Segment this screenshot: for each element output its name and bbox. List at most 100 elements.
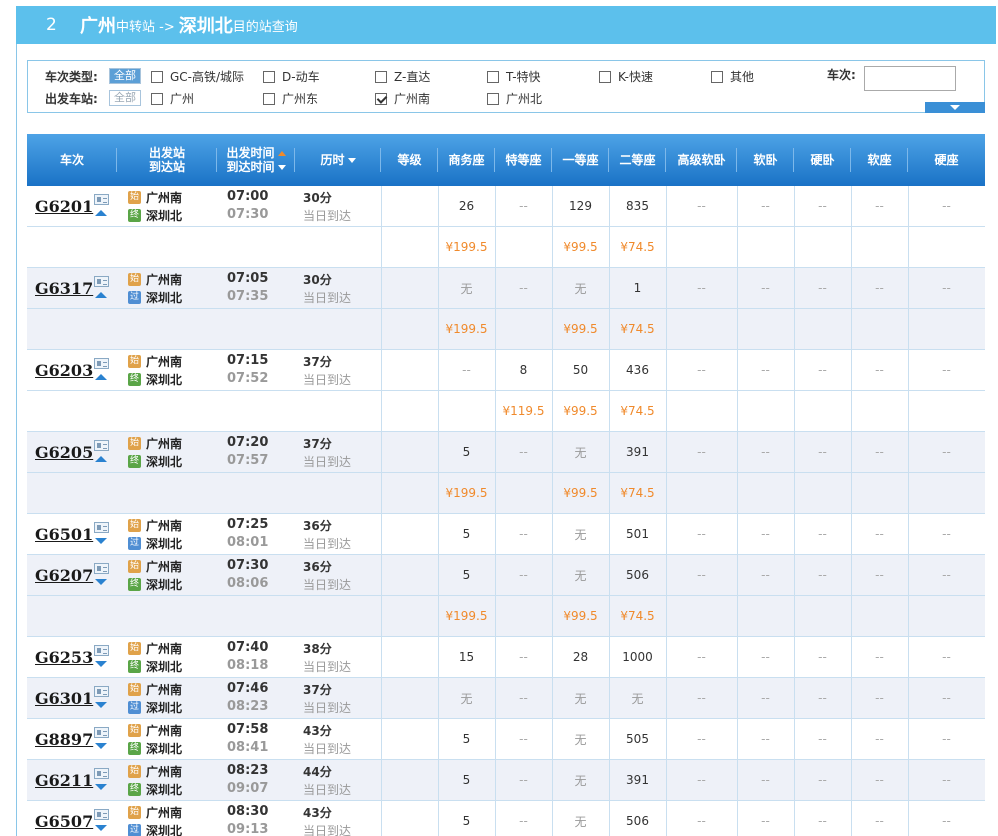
sort-desc-icon: [347, 158, 356, 163]
seat-price: [908, 227, 985, 267]
same-day-arrival: 当日到达: [303, 537, 352, 551]
checkbox-icon: [487, 92, 499, 105]
id-card-icon[interactable]: [94, 809, 109, 820]
station-checkbox[interactable]: 广州北: [487, 90, 542, 107]
collapse-arrow-icon[interactable]: [95, 374, 107, 380]
id-card-icon[interactable]: [94, 194, 109, 205]
train-number-link[interactable]: G6253: [35, 648, 93, 667]
expand-arrow-icon[interactable]: [95, 538, 107, 544]
col-time-sort[interactable]: 出发时间 到达时间: [217, 134, 295, 186]
seat-availability: --: [875, 691, 884, 705]
expand-arrow-icon[interactable]: [95, 702, 107, 708]
seat-availability: --: [761, 445, 770, 459]
id-card-icon[interactable]: [94, 727, 109, 738]
seat-price: [794, 227, 851, 267]
train-number-link[interactable]: G6203: [35, 361, 93, 380]
arrival-time: 07:30: [227, 207, 269, 222]
station-checkbox[interactable]: 广州南: [375, 90, 430, 107]
station-all-button[interactable]: 全部: [109, 90, 141, 106]
arrival-time: 07:35: [227, 289, 269, 304]
station-checkbox[interactable]: 广州: [151, 90, 194, 107]
expand-arrow-icon[interactable]: [95, 784, 107, 790]
id-card-icon[interactable]: [94, 276, 109, 287]
seat-price: [737, 391, 794, 431]
train-number-link[interactable]: G6507: [35, 812, 93, 831]
pass-station-badge: 过: [128, 537, 141, 550]
seat-availability: --: [942, 691, 951, 705]
id-card-icon[interactable]: [94, 440, 109, 451]
id-card-icon[interactable]: [94, 768, 109, 779]
seat-availability: 1000: [622, 650, 653, 664]
train-number-link[interactable]: G6205: [35, 443, 93, 462]
collapse-arrow-icon[interactable]: [95, 292, 107, 298]
train-number-link[interactable]: G6501: [35, 525, 93, 544]
seat-availability: 无: [460, 691, 473, 706]
train-number-link[interactable]: G6301: [35, 689, 93, 708]
train-number-link[interactable]: G6211: [35, 771, 93, 790]
same-day-arrival: 当日到达: [303, 742, 352, 756]
id-card-icon[interactable]: [94, 522, 109, 533]
train-type-checkbox[interactable]: Z-直达: [375, 68, 430, 85]
seat-price: [666, 596, 737, 636]
train-type-checkbox[interactable]: K-快速: [599, 68, 653, 85]
start-station-badge: 始: [128, 273, 141, 286]
train-type-checkbox[interactable]: T-特快: [487, 68, 541, 85]
expand-arrow-icon[interactable]: [95, 743, 107, 749]
seat-availability: 506: [626, 814, 649, 828]
duration: 30分: [303, 273, 332, 287]
col-train[interactable]: 车次: [27, 134, 117, 186]
seat-price: ¥74.5: [620, 404, 655, 418]
seat-availability: --: [697, 773, 706, 787]
expand-arrow-icon[interactable]: [95, 579, 107, 585]
train-type-all-button[interactable]: 全部: [109, 68, 141, 84]
checkbox-icon: [263, 70, 275, 83]
seat-price: ¥99.5: [563, 609, 598, 623]
seat-availability: 501: [626, 527, 649, 541]
seat-availability: --: [875, 281, 884, 295]
train-type-checkbox[interactable]: D-动车: [263, 68, 320, 85]
seat-availability: --: [761, 527, 770, 541]
collapse-arrow-icon[interactable]: [95, 456, 107, 462]
id-card-icon[interactable]: [94, 563, 109, 574]
id-card-icon[interactable]: [94, 358, 109, 369]
expand-arrow-icon[interactable]: [95, 661, 107, 667]
col-seat-7: 软座: [851, 134, 908, 186]
train-no-input[interactable]: [864, 66, 956, 91]
id-card-icon[interactable]: [94, 686, 109, 697]
duration: 38分: [303, 642, 332, 656]
seat-price: ¥199.5: [445, 486, 488, 500]
seat-availability: --: [942, 732, 951, 746]
duration: 44分: [303, 765, 332, 779]
table-header: 车次 出发站 到达站 出发时间 到达时间 历时 等级 商务座 特等座 一等座 二等座 高级…: [27, 134, 985, 186]
train-number-link[interactable]: G6317: [35, 279, 93, 298]
price-row: ¥199.5 ¥99.5 ¥74.5: [27, 309, 985, 350]
train-no-label: 车次:: [827, 68, 856, 82]
seat-price: ¥199.5: [445, 609, 488, 623]
train-number-link[interactable]: G8897: [35, 730, 93, 749]
seat-availability: 5: [462, 568, 471, 582]
train-type-checkbox[interactable]: 其他: [711, 68, 754, 85]
col-duration-sort[interactable]: 历时: [295, 134, 381, 186]
seat-availability: --: [942, 527, 951, 541]
start-station-badge: 始: [128, 683, 141, 696]
departure-time: 08:23: [227, 763, 269, 778]
seat-price: [851, 391, 908, 431]
same-day-arrival: 当日到达: [303, 824, 352, 836]
expand-filter-toggle[interactable]: [925, 102, 985, 113]
col-seat-5: 软卧: [737, 134, 794, 186]
start-station-badge: 始: [128, 724, 141, 737]
station-checkbox[interactable]: 广州东: [263, 90, 318, 107]
train-number-link[interactable]: G6201: [35, 197, 93, 216]
id-card-icon[interactable]: [94, 645, 109, 656]
from-station: 广州南: [146, 437, 183, 451]
collapse-arrow-icon[interactable]: [95, 210, 107, 216]
seat-availability: --: [697, 527, 706, 541]
expand-arrow-icon[interactable]: [95, 825, 107, 831]
seat-availability: --: [818, 691, 827, 705]
train-number-link[interactable]: G6207: [35, 566, 93, 585]
train-type-checkbox[interactable]: GC-高铁/城际: [151, 68, 244, 85]
col-seat-6: 硬卧: [794, 134, 851, 186]
seat-availability: --: [697, 568, 706, 582]
departure-time: 07:15: [227, 353, 269, 368]
arrival-time: 07:52: [227, 371, 269, 386]
